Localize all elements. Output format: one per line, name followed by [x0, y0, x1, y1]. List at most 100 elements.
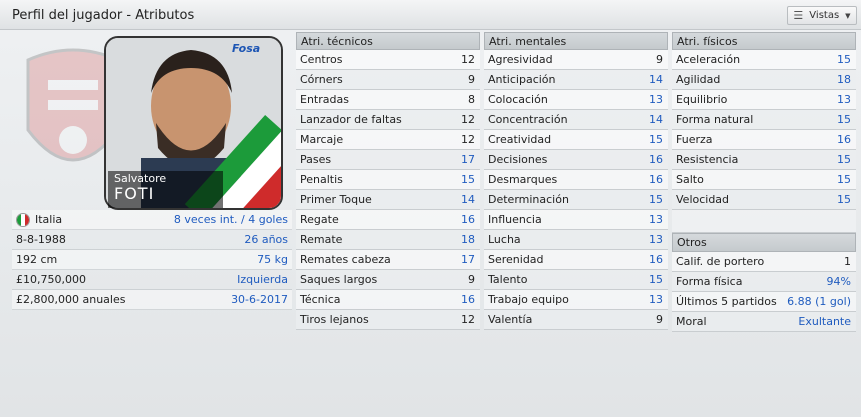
info-row-birth: 8-8-1988 26 años [12, 230, 292, 250]
views-button[interactable]: ☰ Vistas ▼ [787, 6, 857, 25]
attribute-value: 12 [461, 133, 475, 146]
attribute-label: Forma física [676, 275, 743, 288]
attribute-label: Serenidad [488, 253, 544, 266]
views-label: Vistas [809, 10, 840, 21]
attribute-value: 14 [649, 73, 663, 86]
attribute-row: Velocidad 15 [672, 190, 856, 210]
attribute-row: Concentración 14 [484, 110, 668, 130]
attribute-row: Regate 16 [296, 210, 480, 230]
attribute-value: 12 [461, 53, 475, 66]
attribute-row: Saques largos 9 [296, 270, 480, 290]
attribute-label: Centros [300, 53, 343, 66]
info-row-physique: 192 cm 75 kg [12, 250, 292, 270]
attribute-row: Últimos 5 partidos 6.88 (1 gol) [672, 292, 856, 312]
photo-watermark: Fosa [232, 42, 261, 55]
attribute-label: Regate [300, 213, 339, 226]
attribute-label: Primer Toque [300, 193, 372, 206]
attribute-value: Exultante [798, 315, 851, 328]
attribute-label: Saques largos [300, 273, 378, 286]
attribute-label: Penaltis [300, 173, 343, 186]
attribute-label: Calif. de portero [676, 255, 765, 268]
attribute-row: Remate 18 [296, 230, 480, 250]
attribute-value: 17 [461, 253, 475, 266]
attribute-value: 16 [649, 173, 663, 186]
italy-flag-icon [16, 212, 30, 227]
attribute-label: Anticipación [488, 73, 556, 86]
attribute-row: Fuerza 16 [672, 130, 856, 150]
attribute-label: Agilidad [676, 73, 721, 86]
attribute-value: 15 [837, 113, 851, 126]
info-row-contract: £2,800,000 anuales 30-6-2017 [12, 290, 292, 310]
age: 26 años [244, 233, 288, 246]
attribute-value: 16 [649, 253, 663, 266]
list-icon: ☰ [793, 9, 804, 22]
wage: £2,800,000 anuales [16, 293, 126, 306]
attribute-label: Concentración [488, 113, 568, 126]
physical-header: Atri. físicos [672, 32, 856, 50]
attribute-label: Valentía [488, 313, 533, 326]
height: 192 cm [16, 253, 58, 266]
attribute-value: 12 [461, 113, 475, 126]
attribute-label: Tiros lejanos [300, 313, 369, 326]
attribute-value: 15 [837, 153, 851, 166]
attribute-row: Influencia 13 [484, 210, 668, 230]
attribute-label: Forma natural [676, 113, 754, 126]
international-caps-link[interactable]: 8 veces int. / 4 goles [174, 213, 288, 226]
attribute-label: Equilibrio [676, 93, 728, 106]
chevron-down-icon: ▼ [845, 11, 851, 20]
attribute-value: 18 [461, 233, 475, 246]
attribute-value: 13 [649, 233, 663, 246]
attribute-label: Aceleración [676, 53, 741, 66]
attribute-label: Técnica [300, 293, 341, 306]
attribute-row: Penaltis 15 [296, 170, 480, 190]
attribute-value: 18 [837, 73, 851, 86]
physical-rows: Aceleración 15 Agilidad 18 Equilibrio 13 Forma… [672, 50, 856, 210]
attribute-label: Remate [300, 233, 343, 246]
attribute-row: Centros 12 [296, 50, 480, 70]
attribute-row: Primer Toque 14 [296, 190, 480, 210]
attribute-row: Moral Exultante [672, 312, 856, 332]
birth-date: 8-8-1988 [16, 233, 66, 246]
attribute-label: Salto [676, 173, 704, 186]
attribute-row: Calif. de portero 1 [672, 252, 856, 272]
attribute-value: 13 [649, 213, 663, 226]
attribute-label: Lucha [488, 233, 521, 246]
attribute-label: Creatividad [488, 133, 552, 146]
attribute-row: Resistencia 15 [672, 150, 856, 170]
attribute-value: 15 [837, 173, 851, 186]
others-rows: Calif. de portero 1 Forma física 94% Últimos… [672, 252, 856, 332]
attribute-row: Agresividad 9 [484, 50, 668, 70]
attribute-value: 16 [461, 213, 475, 226]
technical-rows: Centros 12 Córners 9 Entradas 8 Lanzador de fa… [296, 50, 480, 330]
attribute-row: Serenidad 16 [484, 250, 668, 270]
nationality: Italia [16, 212, 62, 227]
technical-header: Atri. técnicos [296, 32, 480, 50]
attribute-label: Lanzador de faltas [300, 113, 402, 126]
attribute-value: 15 [649, 133, 663, 146]
attribute-value: 15 [649, 273, 663, 286]
attribute-value: 15 [461, 173, 475, 186]
attribute-label: Marcaje [300, 133, 344, 146]
attribute-value: 9 [468, 73, 475, 86]
attribute-label: Fuerza [676, 133, 713, 146]
attribute-value: 13 [649, 293, 663, 306]
attribute-value: 94% [826, 275, 851, 288]
attribute-row: Decisiones 16 [484, 150, 668, 170]
attribute-value: 16 [649, 153, 663, 166]
attribute-label: Entradas [300, 93, 349, 106]
attribute-value: 9 [656, 313, 663, 326]
others-header: Otros [672, 233, 856, 252]
attribute-value: 9 [656, 53, 663, 66]
title-bar: Perfil del jugador - Atributos ☰ Vistas … [0, 0, 861, 30]
attribute-value: 6.88 (1 gol) [787, 295, 851, 308]
attribute-value: 13 [837, 93, 851, 106]
attribute-row: Salto 15 [672, 170, 856, 190]
attribute-value: 14 [461, 193, 475, 206]
attribute-value: 12 [461, 313, 475, 326]
attribute-row: Pases 17 [296, 150, 480, 170]
info-row-value: £10,750,000 Izquierda [12, 270, 292, 290]
page-title: Perfil del jugador - Atributos [12, 8, 195, 23]
attribute-row: Desmarques 16 [484, 170, 668, 190]
attribute-row: Agilidad 18 [672, 70, 856, 90]
preferred-foot: Izquierda [237, 273, 288, 286]
